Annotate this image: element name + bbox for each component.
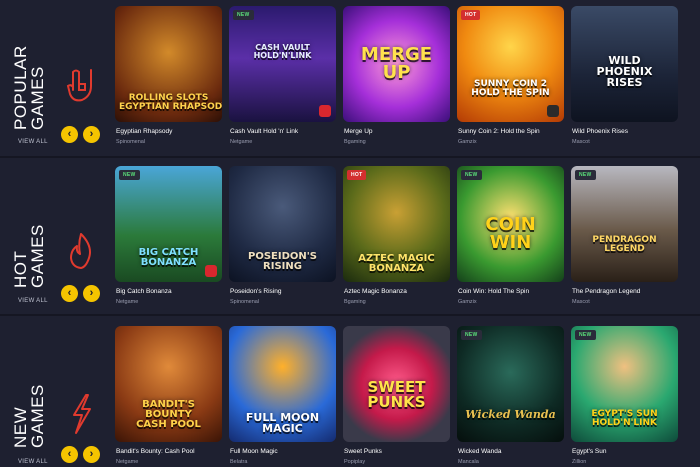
game-name: Sweet Punks [344, 448, 382, 455]
game-provider: Zillion [572, 459, 587, 465]
next-arrow-button[interactable]: › [83, 126, 100, 143]
game-logo: FULL MOON MAGIC [245, 411, 320, 435]
hot-badge: HOT [347, 170, 367, 180]
section-sidebar: POPULAR GAMES VIEW ALL ‹ › [0, 0, 108, 156]
popular-games-section: POPULAR GAMES VIEW ALL ‹ › ROLLING SLOTS… [0, 0, 700, 156]
section-title: POPULAR GAMES [11, 45, 47, 130]
new-badge: NEW [461, 330, 482, 340]
game-thumbnail[interactable]: BIG CATCH BONANZA NEW [115, 166, 222, 282]
game-logo: BANDIT'S BOUNTY CASH POOL [136, 399, 201, 430]
game-logo: WILD PHOENIX RISES [596, 54, 653, 89]
game-provider: Mascot [572, 139, 590, 145]
game-provider: Gamzix [458, 139, 477, 145]
game-name: Poseidon's Rising [230, 288, 282, 295]
game-logo: POSEIDON'S RISING [247, 251, 318, 272]
prev-arrow-button[interactable]: ‹ [61, 126, 78, 143]
game-name: Sunny Coin 2: Hold the Spin [458, 128, 540, 135]
game-logo: BIG CATCH BONANZA [138, 247, 199, 268]
new-badge: NEW [119, 170, 140, 180]
game-logo: AZTEC MAGIC BONANZA [358, 253, 435, 274]
section-title: NEW GAMES [11, 384, 47, 448]
game-provider: Bgaming [344, 139, 366, 145]
game-logo: PENDRAGON LEGEND [592, 235, 657, 254]
game-logo: SWEET PUNKS [367, 378, 426, 411]
flame-icon [70, 233, 91, 269]
game-provider: Mancala [458, 459, 479, 465]
hot-games-section: HOT GAMES VIEW ALL ‹ › BIG CATCH BONANZA… [0, 158, 700, 314]
game-thumbnail[interactable]: WILD PHOENIX RISES [571, 6, 678, 122]
game-provider: Bgaming [344, 299, 366, 305]
view-all-link[interactable]: VIEW ALL [18, 139, 48, 145]
prev-arrow-button[interactable]: ‹ [61, 446, 78, 463]
game-name: Wicked Wanda [458, 448, 502, 455]
game-thumbnail[interactable]: CASH VAULT HOLD'N'LINK NEW [229, 6, 336, 122]
game-thumbnail[interactable]: MERGE UP [343, 6, 450, 122]
game-provider: Spinomenal [116, 139, 146, 145]
new-badge: NEW [233, 10, 254, 20]
next-arrow-button[interactable]: › [83, 446, 100, 463]
game-provider: Spinomenal [230, 299, 260, 305]
game-name: Aztec Magic Bonanza [344, 288, 407, 295]
game-name: Egypt's Sun [572, 448, 607, 455]
game-name: Coin Win: Hold The Spin [458, 288, 530, 295]
game-thumbnail[interactable]: SWEET PUNKS [343, 326, 450, 442]
new-games-section: NEW GAMES VIEW ALL ‹ › BANDIT'S BOUNTY C… [0, 316, 700, 467]
game-logo: CASH VAULT HOLD'N'LINK [253, 43, 312, 60]
prev-arrow-button[interactable]: ‹ [61, 285, 78, 302]
provider-icon [547, 105, 559, 117]
game-thumbnail[interactable]: EGYPT'S SUN HOLD'N'LINK NEW [571, 326, 678, 442]
game-name: Big Catch Bonanza [116, 288, 172, 295]
game-name: Bandit's Bounty: Cash Pool [116, 448, 195, 455]
game-provider: Mascot [572, 299, 590, 305]
section-sidebar: NEW GAMES VIEW ALL ‹ › [0, 316, 108, 467]
section-sidebar: HOT GAMES VIEW ALL ‹ › [0, 158, 108, 314]
new-badge: NEW [575, 170, 596, 180]
section-title: HOT GAMES [11, 224, 47, 288]
rock-hand-icon [66, 69, 92, 102]
lightning-icon [73, 394, 91, 434]
view-all-link[interactable]: VIEW ALL [18, 298, 48, 304]
game-thumbnail[interactable]: SUNNY COIN 2 HOLD THE SPIN HOT [457, 6, 564, 122]
game-thumbnail[interactable]: POSEIDON'S RISING [229, 166, 336, 282]
game-name: Egyptian Rhapsody [116, 128, 173, 135]
game-provider: Popiplay [344, 459, 366, 465]
provider-icon [205, 265, 217, 277]
provider-icon [319, 105, 331, 117]
game-logo: MERGE UP [360, 44, 433, 83]
game-name: Cash Vault Hold 'n' Link [230, 128, 299, 135]
game-provider: Belatra [230, 459, 248, 465]
game-thumbnail[interactable]: BANDIT'S BOUNTY CASH POOL [115, 326, 222, 442]
game-name: Wild Phoenix Rises [572, 128, 628, 135]
game-name: Merge Up [344, 128, 373, 135]
game-name: The Pendragon Legend [572, 288, 641, 295]
next-arrow-button[interactable]: › [83, 285, 100, 302]
game-thumbnail[interactable]: FULL MOON MAGIC [229, 326, 336, 442]
game-thumbnail[interactable]: PENDRAGON LEGEND NEW [571, 166, 678, 282]
game-provider: Netgame [230, 139, 253, 145]
game-logo: ROLLING SLOTS EGYPTIAN RHAPSODY [119, 93, 222, 112]
hot-badge: HOT [461, 10, 481, 20]
new-badge: NEW [461, 170, 482, 180]
game-thumbnail[interactable]: Wicked Wanda NEW [457, 326, 564, 442]
new-badge: NEW [575, 330, 596, 340]
game-logo: COIN WIN [485, 214, 536, 253]
game-logo: EGYPT'S SUN HOLD'N'LINK [591, 409, 658, 428]
game-logo: SUNNY COIN 2 HOLD THE SPIN [471, 79, 550, 98]
game-provider: Netgame [116, 299, 139, 305]
game-thumbnail[interactable]: ROLLING SLOTS EGYPTIAN RHAPSODY [115, 6, 222, 122]
game-logo: Wicked Wanda [465, 408, 556, 421]
game-provider: Netgame [116, 459, 139, 465]
game-thumbnail[interactable]: COIN WIN NEW [457, 166, 564, 282]
game-provider: Gamzix [458, 299, 477, 305]
view-all-link[interactable]: VIEW ALL [18, 459, 48, 465]
game-thumbnail[interactable]: AZTEC MAGIC BONANZA HOT [343, 166, 450, 282]
game-name: Full Moon Magic [230, 448, 278, 455]
